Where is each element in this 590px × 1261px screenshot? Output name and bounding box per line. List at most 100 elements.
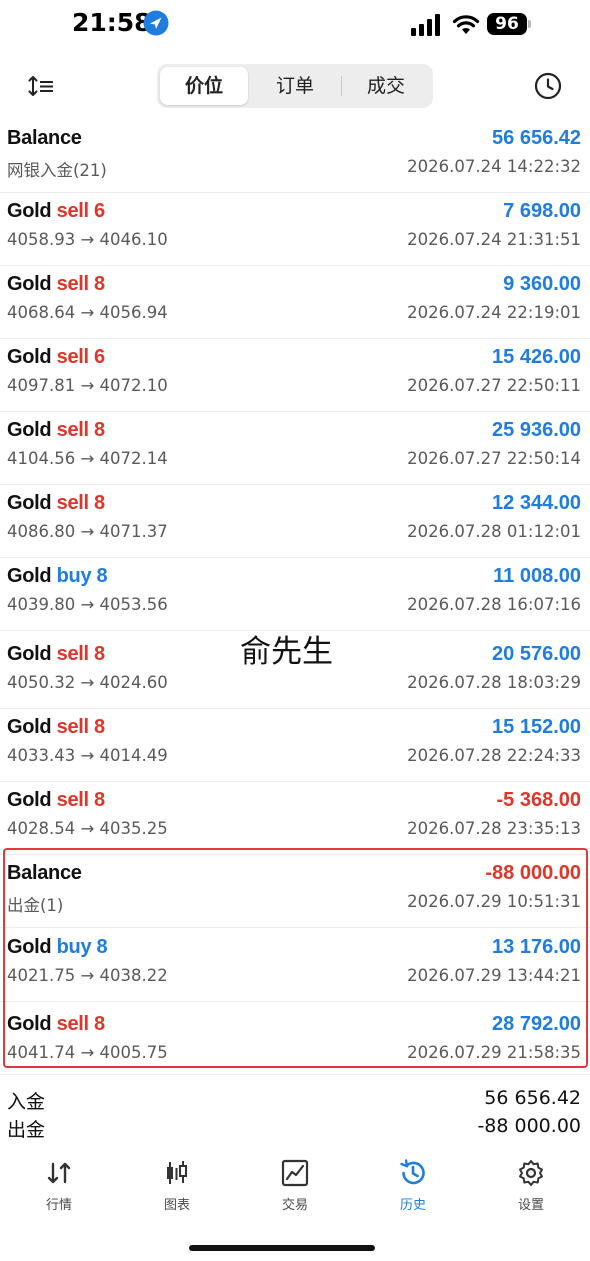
withdraw-label: 出金 [7, 1119, 46, 1141]
row-title: Gold sell 8 [7, 492, 105, 515]
trade-row[interactable]: Gold buy 8 13 176.00 4021.75 → 4038.22 2026… [0, 936, 590, 1006]
tab-deals[interactable]: 成交 [342, 67, 430, 105]
price-range: 4050.32 → 4024.60 [7, 673, 168, 692]
trade-row[interactable]: Gold sell 8 25 936.00 4104.56 → 4072.14 202… [0, 419, 590, 489]
row-timestamp: 2026.07.28 23:35:13 [407, 819, 581, 838]
symbol-label: Gold [7, 565, 52, 587]
status-time: 21:58 [72, 8, 152, 37]
row-amount: 9 360.00 [503, 273, 581, 295]
trade-side-label: buy 8 [56, 936, 108, 958]
row-divider [0, 1001, 590, 1002]
price-range: 4021.75 → 4038.22 [7, 966, 168, 985]
trade-row[interactable]: Gold sell 6 15 426.00 4097.81 → 4072.10 202… [0, 346, 590, 416]
balance-label: Balance [7, 862, 82, 884]
price-range: 4039.80 → 4053.56 [7, 595, 168, 614]
row-divider [0, 927, 590, 928]
sort-icon[interactable] [28, 74, 56, 98]
trade-side-label: sell 8 [56, 1013, 106, 1035]
trade-side-label: sell 6 [56, 346, 106, 368]
battery-indicator: 96 [487, 13, 527, 35]
trade-row[interactable]: Gold sell 8 28 792.00 4041.74 → 4005.75 202… [0, 1013, 590, 1083]
history-segmented-control: 价位 订单 成交 [157, 64, 433, 108]
row-timestamp: 2026.07.29 13:44:21 [407, 966, 581, 985]
price-range: 4097.81 → 4072.10 [7, 376, 168, 395]
chart-candles-icon [167, 1161, 187, 1184]
row-divider [0, 557, 590, 558]
balance-detail: 网银入金(21) [7, 161, 107, 180]
tab-positions[interactable]: 价位 [160, 67, 248, 105]
row-timestamp: 2026.07.28 22:24:33 [407, 746, 581, 765]
tab-trade[interactable]: 交易 [236, 1152, 354, 1222]
row-timestamp: 2026.07.27 22:50:11 [407, 376, 581, 395]
row-title: Gold buy 8 [7, 936, 108, 959]
row-timestamp: 2026.07.24 14:22:32 [407, 157, 581, 176]
row-amount: -5 368.00 [496, 789, 581, 811]
row-amount: 7 698.00 [503, 200, 581, 222]
row-amount: 15 426.00 [492, 346, 581, 368]
trade-row[interactable]: Gold sell 8 15 152.00 4033.43 → 4014.49 202… [0, 716, 590, 786]
row-timestamp: 2026.07.28 18:03:29 [407, 673, 581, 692]
trade-side-label: sell 8 [56, 643, 106, 665]
row-timestamp: 2026.07.28 01:12:01 [407, 522, 581, 541]
trade-side-label: buy 8 [56, 565, 108, 587]
row-divider [0, 781, 590, 782]
row-divider [0, 192, 590, 193]
price-range: 4028.54 → 4035.25 [7, 819, 168, 838]
summary-withdraw: 出金 -88 000.00 [0, 1115, 590, 1141]
tab-history-label: 历史 [399, 1198, 426, 1213]
symbol-label: Gold [7, 492, 52, 514]
balance-row[interactable]: Balance -88 000.00 出金(1) 2026.07.29 10:51:3… [0, 862, 590, 932]
tab-trade-label: 交易 [281, 1198, 308, 1213]
trade-row[interactable]: Gold sell 8 9 360.00 4068.64 → 4056.94 2026… [0, 273, 590, 343]
history-toolbar: 价位 订单 成交 [0, 60, 590, 112]
tab-quotes[interactable]: 行情 [0, 1152, 118, 1222]
trade-row[interactable]: Gold sell 8 -5 368.00 4028.54 → 4035.25 202… [0, 789, 590, 859]
row-amount: 20 576.00 [492, 643, 581, 665]
summary-deposit: 入金 56 656.42 [0, 1087, 590, 1113]
symbol-label: Gold [7, 1013, 52, 1035]
bottom-tab-bar: 行情 图表 交易 历史 设置 [0, 1152, 590, 1222]
row-divider [0, 338, 590, 339]
row-amount: 13 176.00 [492, 936, 581, 958]
row-title: Balance [7, 127, 82, 150]
trade-row[interactable]: Gold buy 8 11 008.00 4039.80 → 4053.56 2026… [0, 565, 590, 635]
row-timestamp: 2026.07.27 22:50:14 [407, 449, 581, 468]
row-title: Gold sell 8 [7, 1013, 105, 1036]
row-amount: 28 792.00 [492, 1013, 581, 1035]
price-range: 4033.43 → 4014.49 [7, 746, 168, 765]
price-range: 4058.93 → 4046.10 [7, 230, 168, 249]
trade-row[interactable]: Gold sell 6 7 698.00 4058.93 → 4046.10 2026… [0, 200, 590, 270]
row-title: Gold sell 8 [7, 716, 105, 739]
trade-side-label: sell 8 [56, 492, 106, 514]
symbol-label: Gold [7, 643, 52, 665]
balance-row[interactable]: Balance 56 656.42 网银入金(21) 2026.07.24 14:22… [0, 127, 590, 197]
tab-history[interactable]: 历史 [354, 1152, 472, 1222]
row-title: Gold sell 8 [7, 643, 105, 666]
row-divider [0, 708, 590, 709]
wifi-icon [452, 15, 480, 34]
symbol-label: Gold [7, 346, 52, 368]
row-amount: 56 656.42 [492, 127, 581, 149]
deposit-value: 56 656.42 [484, 1087, 581, 1109]
price-range: 4041.74 → 4005.75 [7, 1043, 168, 1062]
tab-orders[interactable]: 订单 [251, 67, 339, 105]
tab-settings[interactable]: 设置 [472, 1152, 590, 1222]
history-icon [400, 1159, 425, 1185]
symbol-label: Gold [7, 936, 52, 958]
row-timestamp: 2026.07.29 10:51:31 [407, 892, 581, 911]
row-title: Balance [7, 862, 82, 885]
period-clock-icon[interactable] [534, 72, 562, 100]
trade-row[interactable]: Gold sell 8 12 344.00 4086.80 → 4071.37 202… [0, 492, 590, 562]
row-timestamp: 2026.07.28 16:07:16 [407, 595, 581, 614]
settings-gear-icon [519, 1160, 543, 1186]
watermark-text: 俞先生 [240, 634, 333, 670]
status-bar: 21:58 96 [0, 0, 590, 50]
symbol-label: Gold [7, 419, 52, 441]
symbol-label: Gold [7, 716, 52, 738]
tab-settings-label: 设置 [517, 1198, 544, 1213]
price-range: 4104.56 → 4072.14 [7, 449, 168, 468]
battery-tip [528, 20, 531, 28]
tab-charts[interactable]: 图表 [118, 1152, 236, 1222]
row-divider [0, 484, 590, 485]
trade-side-label: sell 8 [56, 273, 106, 295]
